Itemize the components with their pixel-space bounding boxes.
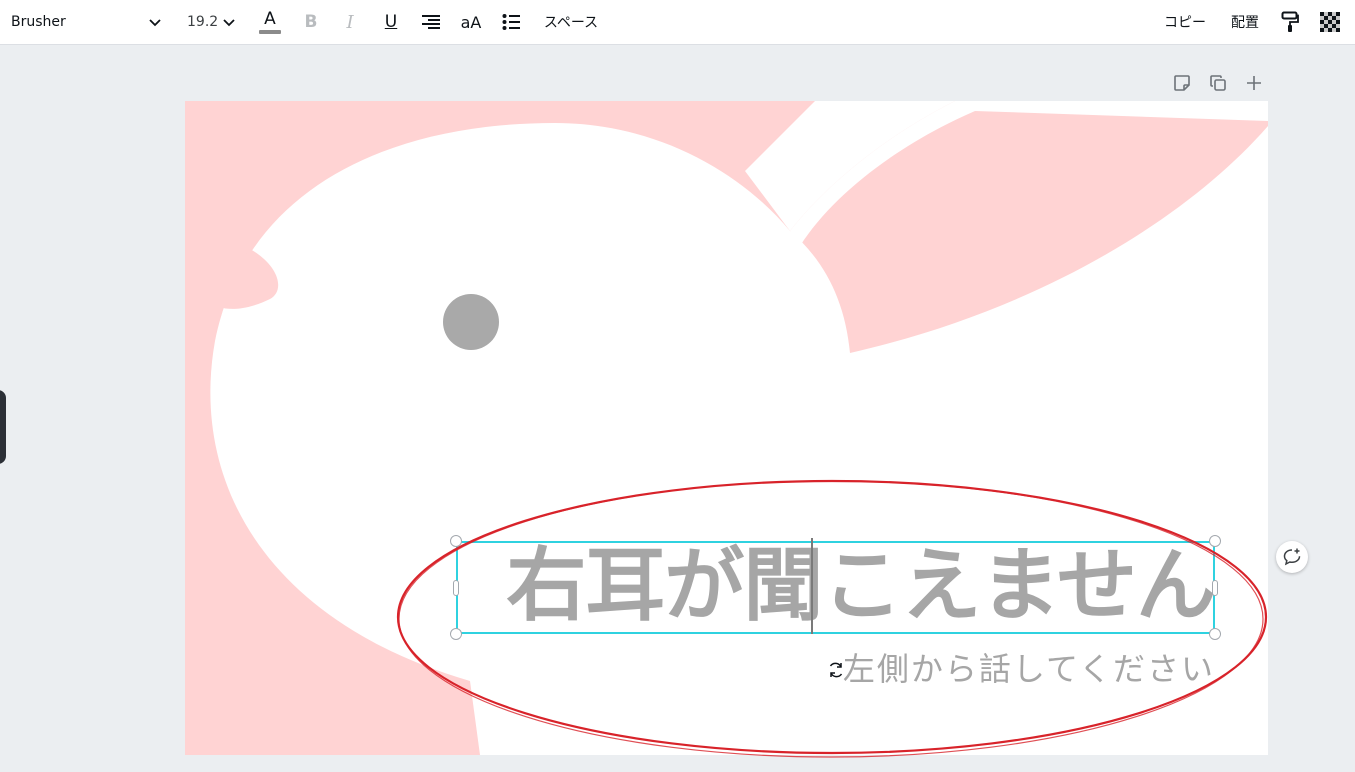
resize-handle-left[interactable] [453,580,459,596]
page-add-button[interactable] [1242,72,1266,94]
headline-text[interactable]: 右耳が聞こえません [456,538,1216,634]
underline-button[interactable]: U [373,0,409,44]
arrange-button[interactable]: 配置 [1222,0,1268,44]
text-color-label: A [264,8,276,29]
duplicate-icon [1210,75,1226,91]
resize-handle-top-left[interactable] [450,535,462,547]
letter-case-icon: aA [460,12,482,32]
text-color-button[interactable]: A [252,0,288,44]
chevron-down-icon [149,19,161,27]
page-duplicate-button[interactable] [1206,72,1230,94]
font-size-select[interactable]: 19.2 [178,0,242,44]
page-note-button[interactable] [1170,72,1194,94]
comment-add-icon [1283,548,1301,566]
bold-button[interactable]: B [293,0,329,44]
subtitle-text[interactable]: 左側から話してください [700,646,1215,692]
italic-icon: I [346,11,354,33]
chevron-down-icon [223,19,235,27]
resize-handle-bottom-right[interactable] [1209,628,1221,640]
add-comment-button[interactable] [1276,541,1308,573]
list-button[interactable] [493,0,529,44]
letter-case-button[interactable]: aA [453,0,489,44]
resize-handle-top-right[interactable] [1209,535,1221,547]
italic-button[interactable]: I [332,0,368,44]
spacing-button[interactable]: スペース [534,0,608,44]
rotate-icon [829,662,843,678]
rabbit-eye [443,294,499,350]
side-panel-toggle[interactable] [0,390,6,464]
align-right-icon [422,15,440,29]
text-color-icon: A [259,8,281,34]
bullet-list-icon [502,14,520,30]
font-size-value: 19.2 [187,14,219,30]
plus-icon [1247,76,1261,90]
resize-handle-bottom-left[interactable] [450,628,462,640]
copy-style-button[interactable] [1272,0,1308,44]
underline-icon: U [384,12,398,32]
bold-icon: B [304,12,318,32]
transparency-button[interactable] [1312,0,1348,44]
paint-roller-icon [1281,11,1299,32]
font-family-select[interactable]: Brusher [0,0,172,44]
rotate-handle[interactable] [826,660,846,680]
text-cursor [811,538,813,634]
text-toolbar: Brusher 19.2 A B I U aA スペース コピー 配置 [0,0,1355,45]
resize-handle-right[interactable] [1212,580,1218,596]
checkerboard-icon [1320,12,1340,32]
note-icon [1174,75,1190,91]
font-family-value: Brusher [11,14,66,30]
copy-button[interactable]: コピー [1156,0,1214,44]
text-color-swatch [259,29,281,34]
alignment-button[interactable] [413,0,449,44]
